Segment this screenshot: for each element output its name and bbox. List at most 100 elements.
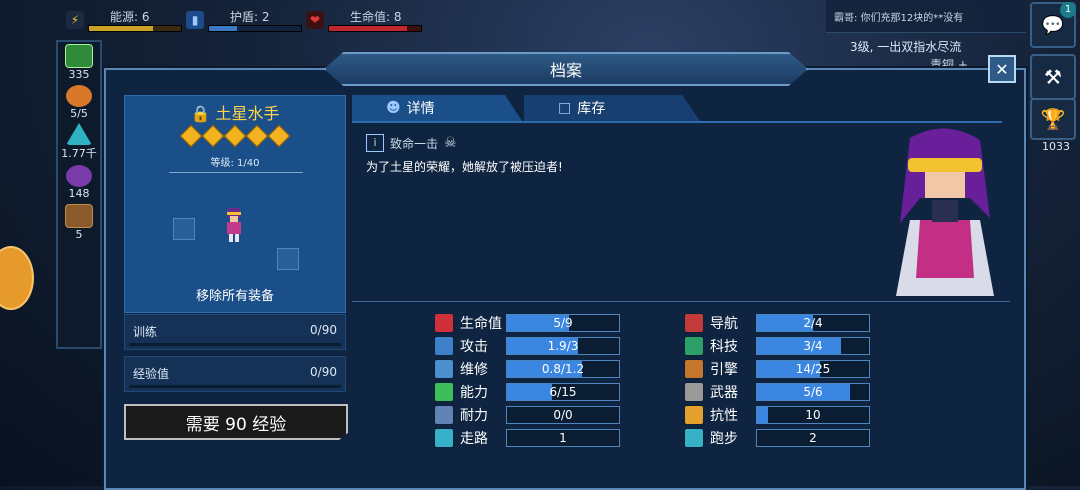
- resource-crew[interactable]: 5/5: [58, 82, 100, 122]
- gem-icon: [201, 124, 225, 148]
- remove-all-equipment-button[interactable]: 移除所有装备: [125, 285, 345, 304]
- trophy-count: 1033: [1042, 140, 1070, 153]
- cash-icon: [65, 43, 93, 68]
- stat-bar: 5/9: [506, 314, 620, 332]
- close-button[interactable]: ✕: [988, 55, 1016, 83]
- stat-value: 6/15: [549, 385, 577, 399]
- need-xp-button[interactable]: 需要 90 经验: [124, 404, 348, 440]
- stat-row: 生命值 5/9: [434, 313, 620, 333]
- stat-icon: [434, 382, 454, 402]
- stat-row: 攻击 1.9/3: [434, 336, 620, 356]
- stat-bar: 2: [756, 429, 870, 447]
- equip-slot-weapon[interactable]: [173, 218, 195, 240]
- stat-value: 0/0: [553, 408, 573, 422]
- hammer-icon: ⚒: [1044, 65, 1062, 89]
- character-sprite: [227, 208, 241, 242]
- stat-value: 2/4: [803, 316, 823, 330]
- stat-label: 走路: [460, 431, 488, 447]
- resource-cash[interactable]: 335: [58, 42, 100, 82]
- stats-left: 生命值 5/9 攻击 1.9/3 维修 0.8/1.2 能力 6/15 耐力 0/0 走路 1: [434, 313, 620, 448]
- stat-bar: 1.9/3: [506, 337, 620, 355]
- trophy-button[interactable]: 🏆: [1030, 98, 1076, 140]
- hp-bar: [328, 25, 422, 32]
- stat-icon: [684, 336, 704, 356]
- stat-icon: [684, 428, 704, 448]
- stat-bar: 0/0: [506, 406, 620, 424]
- stat-icon: [684, 359, 704, 379]
- heart-icon: ❤: [306, 11, 324, 29]
- stat-value: 0.8/1.2: [541, 362, 585, 376]
- stat-bar: 1: [506, 429, 620, 447]
- stat-row: 抗性 10: [684, 405, 870, 425]
- character-level: 等级: 1/40: [210, 158, 260, 169]
- skill-row: i 致命一击 ☠: [366, 134, 457, 152]
- stat-icon: [434, 405, 454, 425]
- gem-icon: [245, 124, 269, 148]
- resource-minerals[interactable]: 1.77千: [58, 122, 100, 162]
- stat-bar: 2/4: [756, 314, 870, 332]
- stat-bar: 14/25: [756, 360, 870, 378]
- character-card: 🔒 土星水手 等级: 1/40 移除所有装备: [124, 95, 346, 313]
- energy-bar: [88, 25, 182, 32]
- stat-label: 引擎: [710, 362, 738, 378]
- shield-label: 护盾: 2: [230, 10, 270, 24]
- stat-bar: 0.8/1.2: [506, 360, 620, 378]
- stat-value: 5/9: [553, 316, 573, 330]
- gem-icon: [223, 124, 247, 148]
- chat-line2: 3级, 一出双指水尽流: [850, 40, 962, 54]
- stat-value: 5/6: [803, 385, 823, 399]
- crate-icon: [65, 203, 93, 228]
- panel-title: 档案: [324, 52, 808, 86]
- stat-bar: 6/15: [506, 383, 620, 401]
- stat-label: 攻击: [460, 339, 488, 355]
- hp-label: 生命值: 8: [350, 10, 402, 24]
- tab-details[interactable]: ☻ 详情: [352, 95, 522, 121]
- skill-name: 致命一击: [390, 136, 439, 151]
- stat-row: 科技 3/4: [684, 336, 870, 356]
- stat-icon: [684, 313, 704, 333]
- stat-value: 2: [809, 431, 817, 445]
- lock-icon: 🔒: [190, 104, 211, 123]
- stat-label: 维修: [460, 362, 488, 378]
- stat-value: 1: [559, 431, 567, 445]
- build-button[interactable]: ⚒: [1030, 54, 1076, 100]
- chat-bubble-icon: 💬: [1041, 14, 1065, 36]
- stat-label: 能力: [460, 385, 488, 401]
- tab-underline: [352, 121, 1002, 123]
- resource-crates[interactable]: 5: [58, 202, 100, 242]
- stat-label: 生命值: [460, 316, 502, 332]
- chat-banner[interactable]: 霸哥: 你们充那12块的**没有: [826, 0, 1026, 33]
- xp-row: 经验值 0/90: [124, 356, 346, 392]
- crystal-icon: [66, 123, 92, 145]
- stat-bar: 10: [756, 406, 870, 424]
- info-icon[interactable]: i: [366, 134, 384, 152]
- stats-right: 导航 2/4 科技 3/4 引擎 14/25 武器 5/6 抗性 10 跑步 2: [684, 313, 870, 448]
- shield-bar: [208, 25, 302, 32]
- gold-orb-icon[interactable]: [0, 246, 34, 310]
- portrait-icon: ☻: [386, 100, 401, 116]
- stat-icon: [434, 313, 454, 333]
- rarity-gems: [125, 124, 345, 148]
- close-icon: ✕: [995, 59, 1009, 79]
- stat-row: 走路 1: [434, 428, 620, 448]
- divider: [169, 172, 303, 173]
- chat-button[interactable]: 💬 1: [1030, 2, 1076, 48]
- section-divider: [352, 301, 1010, 302]
- stat-icon: [434, 359, 454, 379]
- tab-inventory[interactable]: □ 库存: [524, 95, 700, 121]
- stat-label: 武器: [710, 385, 738, 401]
- equip-slot-armor[interactable]: [277, 248, 299, 270]
- stat-icon: [434, 336, 454, 356]
- stat-label: 科技: [710, 339, 738, 355]
- character-name: 🔒 土星水手: [190, 104, 280, 123]
- orb-icon: [66, 164, 92, 187]
- stat-row: 跑步 2: [684, 428, 870, 448]
- resource-column: 335 5/5 1.77千 148 5: [56, 40, 102, 349]
- stat-value: 3/4: [803, 339, 823, 353]
- resource-gas[interactable]: 148: [58, 162, 100, 202]
- hud-shield: ▮ 护盾: 2: [186, 6, 302, 34]
- stat-row: 耐力 0/0: [434, 405, 620, 425]
- hud-energy: ⚡ 能源: 6: [66, 6, 182, 34]
- training-label: 训练: [133, 325, 158, 339]
- stat-label: 耐力: [460, 408, 488, 424]
